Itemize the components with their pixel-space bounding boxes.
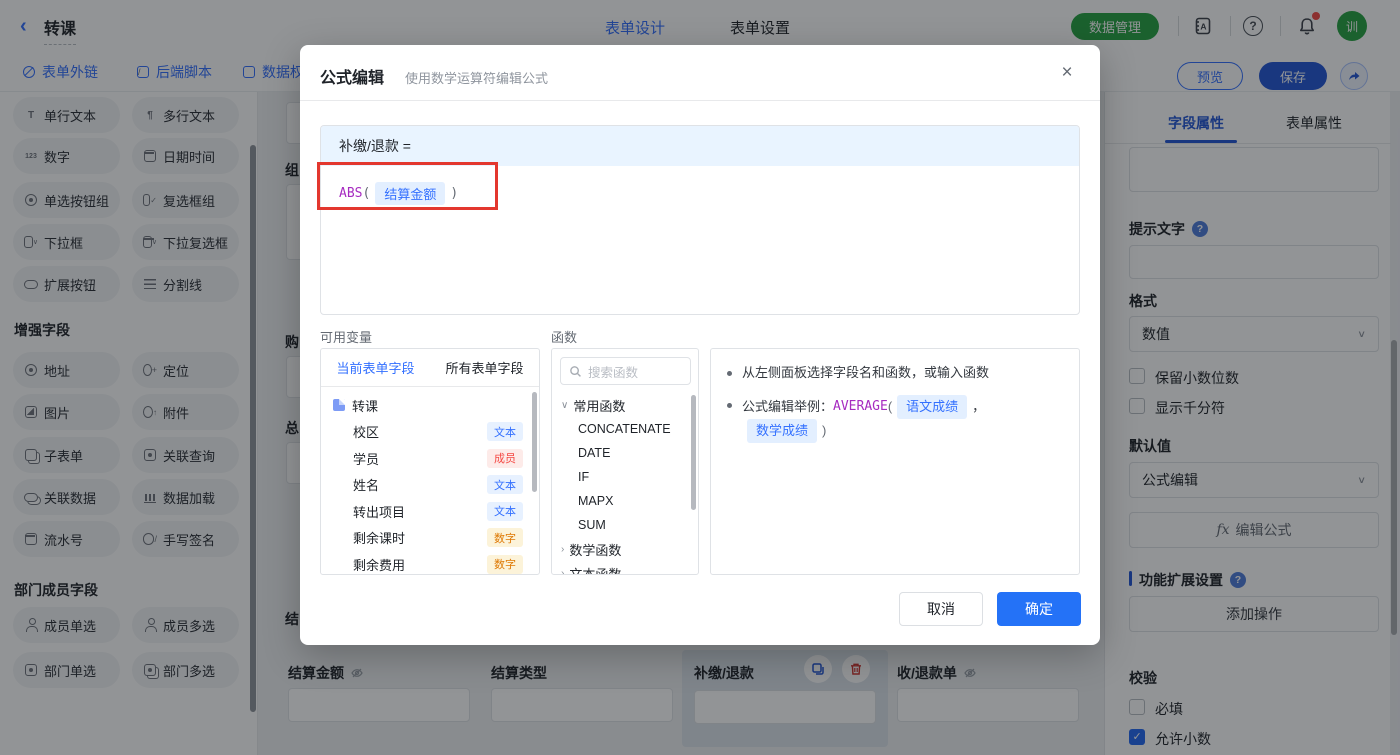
modal-subtitle: 使用数学运算符编辑公式 (405, 71, 549, 86)
comma: ， (972, 399, 986, 414)
variable-row[interactable]: 剩余课时 数字 (321, 525, 539, 552)
chevron-right-icon: › (561, 543, 565, 555)
variables-tabs: 当前表单字段 所有表单字段 (321, 349, 539, 387)
type-badge: 文本 (487, 475, 523, 495)
function-item[interactable]: CONCATENATE (552, 417, 698, 441)
annotation-highlight (317, 162, 498, 210)
function-group-common[interactable]: ∨ 常用函数 (552, 393, 698, 417)
divider (300, 100, 1100, 101)
modal-title: 公式编辑 (320, 70, 385, 87)
variable-row[interactable]: 姓名 文本 (321, 472, 539, 499)
help-panel: 从左侧面板选择字段名和函数，或输入函数 公式编辑举例： AVERAGE ( 语文… (710, 348, 1080, 575)
formula-target: 补缴/退款 = (321, 126, 1079, 166)
variable-row[interactable]: 学员 成员 (321, 445, 539, 472)
app-window: ‹ 转课 表单设计 表单设置 数据管理 A ? 训 表单外链 后端脚本 数据权限… (0, 0, 1400, 755)
function-item[interactable]: DATE (552, 441, 698, 465)
function-search-input[interactable]: 搜索函数 (560, 357, 691, 385)
variables-scrollbar[interactable] (532, 392, 537, 492)
functions-scrollbar[interactable] (691, 395, 696, 510)
example-function-name: AVERAGE (833, 399, 888, 414)
chevron-down-icon: ∨ (561, 399, 569, 411)
variables-panel: 当前表单字段 所有表单字段 转课 校区 文本 学员 成员 姓名 文本 转出项目 文本 剩… (320, 348, 540, 575)
paren-close: ) (822, 423, 827, 438)
formula-editor-modal: 公式编辑 使用数学运算符编辑公式 × 补缴/退款 = ABS(结算金额) 可用变… (300, 45, 1100, 645)
type-badge: 文本 (487, 422, 523, 442)
tab-all-form-fields[interactable]: 所有表单字段 (430, 349, 539, 386)
type-badge: 文本 (487, 501, 523, 521)
type-badge: 成员 (487, 448, 523, 468)
type-badge: 数字 (487, 528, 523, 548)
function-group-text[interactable]: › 文本函数 (552, 561, 698, 575)
help-line-2: 公式编辑举例： AVERAGE ( 语文成绩 ， 数学成绩 ) (711, 389, 1079, 449)
functions-title: 函数 (551, 330, 578, 345)
search-icon (570, 365, 581, 377)
function-item[interactable]: MAPX (552, 489, 698, 513)
variable-row[interactable]: 转出项目 文本 (321, 498, 539, 525)
functions-panel: 搜索函数 ∨ 常用函数 CONCATENATE DATE IF MAPX SUM … (551, 348, 699, 575)
close-icon[interactable]: × (1056, 62, 1078, 84)
function-item[interactable]: IF (552, 465, 698, 489)
type-badge: 数字 (487, 554, 523, 574)
bullet-icon (727, 403, 732, 408)
formula-editor[interactable]: 补缴/退款 = ABS(结算金额) (320, 125, 1080, 315)
cancel-button[interactable]: 取消 (899, 592, 983, 626)
variables-title: 可用变量 (320, 330, 373, 345)
search-placeholder: 搜索函数 (588, 365, 639, 380)
bullet-icon (727, 371, 732, 376)
form-node[interactable]: 转课 (321, 392, 539, 419)
confirm-button[interactable]: 确定 (997, 592, 1081, 626)
variable-row[interactable]: 剩余费用 数字 (321, 551, 539, 574)
function-item[interactable]: SUM (552, 513, 698, 537)
tab-current-form-fields[interactable]: 当前表单字段 (321, 349, 430, 386)
variable-row[interactable]: 校区 文本 (321, 419, 539, 446)
help-line-1: 从左侧面板选择字段名和函数，或输入函数 (711, 357, 1079, 389)
form-doc-icon (333, 399, 345, 412)
function-group-math[interactable]: › 数学函数 (552, 537, 698, 561)
example-field-chip: 数学成绩 (747, 419, 818, 443)
example-field-chip: 语文成绩 (897, 395, 968, 419)
paren-open: ( (887, 399, 893, 414)
chevron-right-icon: › (561, 567, 565, 575)
